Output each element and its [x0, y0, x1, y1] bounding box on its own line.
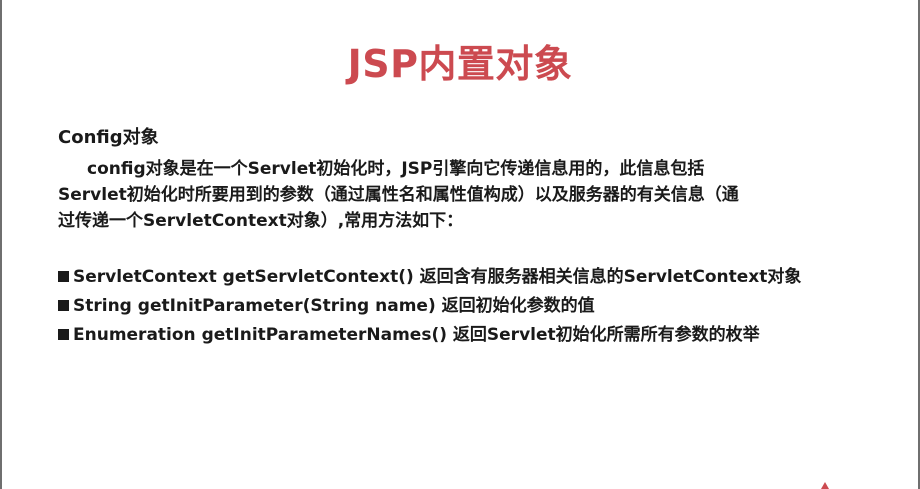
square-bullet-icon — [58, 271, 69, 282]
method-item-get-init-parameter-names: Enumeration getInitParameterNames() 返回Se… — [58, 321, 908, 350]
slide-title: JSP内置对象 — [347, 42, 573, 86]
intro-line-3: 过传递一个ServletContext对象）,常用方法如下： — [58, 211, 464, 231]
method-text: Enumeration getInitParameterNames() 返回Se… — [73, 325, 760, 345]
square-bullet-icon — [58, 329, 69, 340]
method-item-get-init-parameter: String getInitParameter(String name) 返回初… — [58, 292, 908, 321]
method-text: ServletContext getServletContext() 返回含有服… — [73, 267, 802, 287]
intro-line-1: config对象是在一个Servlet初始化时，JSP引擎向它传递信息用的，此信… — [87, 159, 705, 179]
section-heading: Config对象 — [58, 127, 159, 148]
method-text: String getInitParameter(String name) 返回初… — [73, 296, 595, 316]
square-bullet-icon — [58, 300, 69, 311]
method-item-get-servlet-context: ServletContext getServletContext() 返回含有服… — [58, 263, 908, 292]
intro-line-2: Servlet初始化时所要用到的参数（通过属性名和属性值构成）以及服务器的有关信… — [58, 185, 739, 205]
triangle-marker-icon — [821, 482, 829, 489]
intro-paragraph: config对象是在一个Servlet初始化时，JSP引擎向它传递信息用的，此信… — [58, 156, 888, 234]
method-list: ServletContext getServletContext() 返回含有服… — [58, 263, 908, 350]
slide: JSP内置对象 Config对象 config对象是在一个Servlet初始化时… — [0, 0, 920, 489]
